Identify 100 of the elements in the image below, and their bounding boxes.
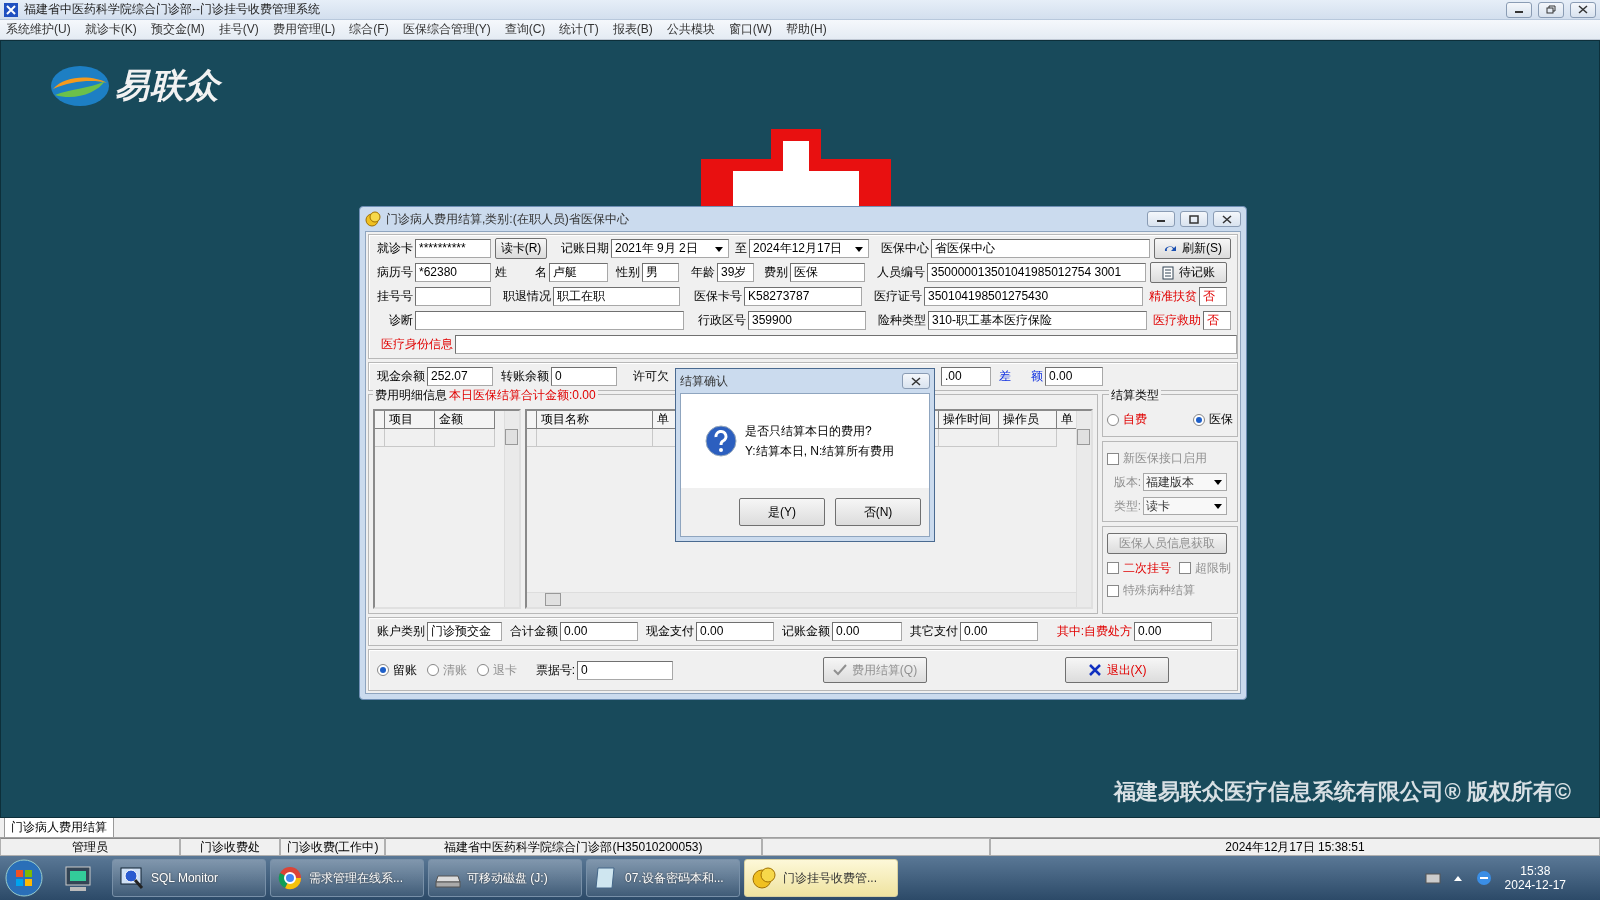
- field-label: 病历号: [376, 264, 413, 281]
- table-cell: [435, 429, 495, 447]
- scrollbar[interactable]: [527, 592, 1076, 607]
- menu-item[interactable]: 系统维护(U): [6, 21, 71, 38]
- taskbar-item[interactable]: SQL Monitor: [112, 859, 266, 897]
- menu-item[interactable]: 公共模块: [666, 21, 715, 38]
- field-label: 职退情况: [502, 288, 551, 305]
- text-field[interactable]: 0: [551, 367, 617, 386]
- radio-option[interactable]: 医保: [1193, 411, 1233, 428]
- text-field[interactable]: 男: [642, 263, 679, 282]
- field-label: 其它支付: [909, 623, 958, 640]
- text-field[interactable]: *62380: [415, 263, 491, 282]
- group-title: 结算类型: [1109, 387, 1161, 404]
- menu-item[interactable]: 报表(B): [612, 21, 653, 38]
- field-label: 精准扶贫: [1148, 288, 1197, 305]
- text-field[interactable]: [415, 311, 684, 330]
- field-label: 诊断: [388, 312, 413, 329]
- menu-item[interactable]: 费用管理(L): [272, 21, 336, 38]
- close-button[interactable]: [902, 373, 930, 389]
- menu-item[interactable]: 就诊卡(K): [84, 21, 137, 38]
- exit-button[interactable]: 退出(X): [1065, 657, 1169, 683]
- field-label: 年龄: [690, 264, 715, 281]
- text-field[interactable]: 省医保中心: [931, 239, 1150, 258]
- no-button[interactable]: 否(N): [835, 498, 921, 526]
- column-header: 项目名称: [537, 411, 653, 429]
- field-label: 版本:: [1112, 473, 1141, 491]
- close-button[interactable]: [1213, 211, 1241, 227]
- field-label: 票据号:: [534, 661, 575, 679]
- taskbar-item[interactable]: 门诊挂号收费管...: [744, 859, 898, 897]
- row-header: [375, 429, 385, 447]
- minimize-button[interactable]: [1506, 1, 1532, 18]
- text-field[interactable]: K58273787: [744, 287, 862, 306]
- taskbar-item[interactable]: 07.设备密码本和...: [586, 859, 740, 897]
- keyboard-icon[interactable]: [1424, 872, 1441, 884]
- scrollbar[interactable]: [504, 411, 519, 607]
- text-field[interactable]: [455, 335, 1237, 354]
- text-field[interactable]: 0.00: [960, 622, 1038, 641]
- menu-item[interactable]: 预交金(M): [150, 21, 205, 38]
- read-card-button[interactable]: 读卡(R): [495, 238, 547, 259]
- menu-item[interactable]: 综合(F): [349, 21, 389, 38]
- text-field[interactable]: 310-职工基本医疗保险: [928, 311, 1147, 330]
- field-label: 医保卡号: [693, 288, 742, 305]
- column-header: 项目: [385, 411, 435, 429]
- pending-button[interactable]: 待记账: [1150, 262, 1227, 283]
- text-field[interactable]: 0.00: [560, 622, 638, 641]
- text-field[interactable]: 医保: [790, 263, 865, 282]
- expand-tray-icon[interactable]: [1452, 874, 1463, 882]
- text-field[interactable]: 350000013501041985012754 3001: [927, 263, 1146, 282]
- radio-option[interactable]: 留账: [377, 661, 417, 679]
- text-field[interactable]: 0.00: [1134, 622, 1212, 641]
- text-field[interactable]: 门诊预交金: [427, 622, 502, 641]
- restore-button[interactable]: [1538, 1, 1564, 18]
- date-field[interactable]: 2024年12月17日: [749, 239, 869, 258]
- text-field[interactable]: 0.00: [696, 622, 774, 641]
- magnifier-monitor-icon: [119, 865, 145, 891]
- window-tab[interactable]: 门诊病人费用结算: [4, 817, 114, 837]
- radio-option[interactable]: 自费: [1107, 411, 1147, 428]
- text-field[interactable]: 350104198501275430: [924, 287, 1143, 306]
- text-field[interactable]: [415, 287, 491, 306]
- text-field[interactable]: 卢艇: [549, 263, 608, 282]
- daily-total-text: 本日医保结算合计金额:0.00: [449, 387, 596, 404]
- close-button[interactable]: [1570, 1, 1596, 18]
- text-field[interactable]: 0.00: [1045, 367, 1103, 386]
- refresh-button[interactable]: 刷新(S): [1154, 238, 1231, 259]
- checkbox-option[interactable]: 二次挂号: [1107, 559, 1171, 577]
- date-field[interactable]: 2021年 9月 2日: [611, 239, 729, 258]
- yes-button[interactable]: 是(Y): [739, 498, 825, 526]
- text-field[interactable]: 0.00: [832, 622, 902, 641]
- menu-item[interactable]: 窗口(W): [728, 21, 772, 38]
- text-field[interactable]: **********: [415, 239, 491, 258]
- menu-item[interactable]: 统计(T): [559, 21, 599, 38]
- text-field[interactable]: 否: [1203, 311, 1231, 330]
- column-header: 金额: [435, 411, 495, 429]
- clock-date: 2024-12-17: [1504, 878, 1566, 892]
- text-field[interactable]: 359900: [748, 311, 866, 330]
- text-field[interactable]: 0: [577, 660, 673, 680]
- taskbar-item[interactable]: 需求管理在线系...: [270, 859, 424, 897]
- menu-item[interactable]: 查询(C): [504, 21, 546, 38]
- text-field[interactable]: 职工在职: [553, 287, 680, 306]
- table-cell: [939, 429, 999, 447]
- text-field[interactable]: 否: [1199, 287, 1227, 306]
- text-field[interactable]: 39岁: [717, 263, 754, 282]
- start-button[interactable]: [4, 858, 44, 898]
- menu-item[interactable]: 挂号(V): [218, 21, 259, 38]
- table-cell: [999, 429, 1057, 447]
- document-icon: [1162, 265, 1174, 280]
- text-field[interactable]: .00: [941, 367, 991, 386]
- dropdown[interactable]: 读卡: [1143, 497, 1227, 515]
- minimize-button[interactable]: [1147, 211, 1175, 227]
- text-field[interactable]: 252.07: [427, 367, 493, 386]
- window-title: 门诊病人费用结算,类别:(在职人员)省医保中心: [386, 210, 630, 228]
- scrollbar[interactable]: [1076, 411, 1091, 607]
- status-cell: 福建省中医药科学院综合门诊部(H35010200053): [385, 838, 762, 856]
- taskbar-item[interactable]: 可移动磁盘 (J:): [428, 859, 582, 897]
- dropdown[interactable]: 福建版本: [1143, 473, 1227, 491]
- menu-item[interactable]: 医保综合管理(Y): [402, 21, 491, 38]
- menu-item[interactable]: 帮助(H): [786, 21, 827, 38]
- maximize-button[interactable]: [1180, 211, 1208, 227]
- copyright-text: 福建易联众医疗信息系统有限公司® 版权所有©: [1114, 778, 1571, 806]
- maximize-icon: [1189, 214, 1199, 224]
